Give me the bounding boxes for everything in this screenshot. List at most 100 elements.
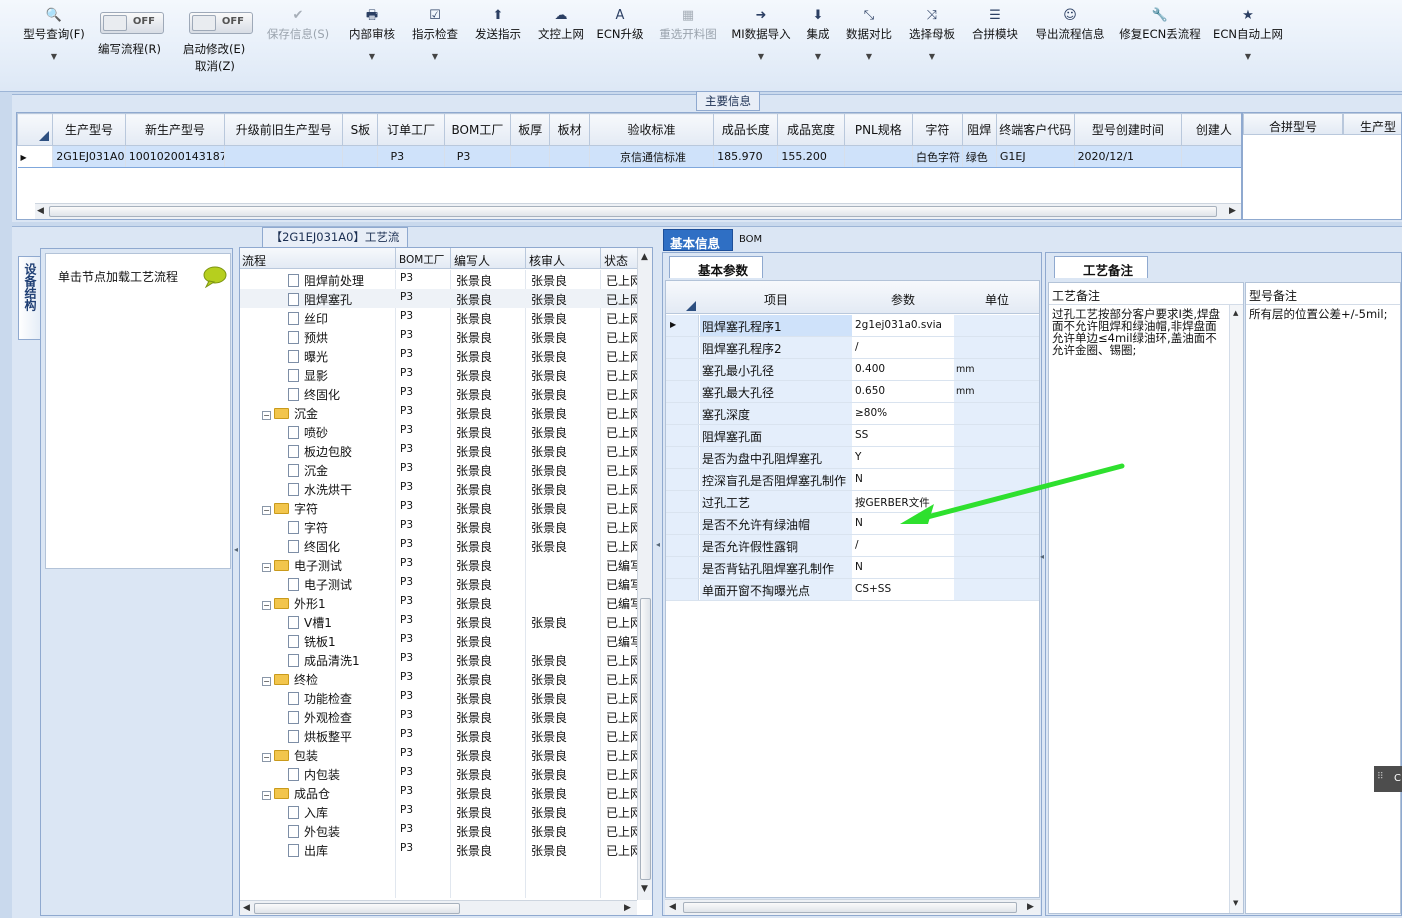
process-node[interactable]: 外包装	[288, 823, 340, 840]
chevron-down-icon[interactable]: ▼	[807, 52, 830, 61]
chevron-down-icon[interactable]: ▼	[23, 52, 85, 61]
process-notes-box[interactable]: 工艺备注 过孔工艺按部分客户要求I类,焊盘面不允许阻焊和绿油帽,非焊盘面允许单边…	[1048, 282, 1244, 914]
toolbar-button-9[interactable]: ⬇ 集成 ▼	[807, 8, 830, 61]
chevron-down-icon[interactable]: ▼	[731, 52, 790, 61]
list-item[interactable]: 显影 P3 张景良 张景良 已上网	[240, 365, 642, 384]
list-item[interactable]: 功能检查 P3 张景良 张景良 已上网	[240, 688, 642, 707]
table-row[interactable]: ▶ 阻焊塞孔程序1 2g1ej031a0.svia	[666, 315, 1039, 337]
process-node[interactable]: 功能检查	[288, 690, 352, 707]
scroll-thumb[interactable]	[683, 902, 1017, 913]
scroll-thumb[interactable]	[49, 206, 1217, 217]
list-item[interactable]: − 终检 P3 张景良 张景良 已上网	[240, 669, 642, 688]
params-col-value[interactable]: 参数	[853, 291, 953, 308]
scroll-right-icon[interactable]: ▶	[1027, 902, 1034, 912]
process-node[interactable]: 出库	[288, 842, 328, 859]
param-value[interactable]: 0.400	[853, 359, 953, 380]
collapse-icon[interactable]: −	[262, 411, 271, 420]
collapse-icon[interactable]: −	[262, 506, 271, 515]
device-tree-box[interactable]: 单击节点加载工艺流程	[45, 253, 231, 569]
process-hscroll[interactable]: ◀ ▶	[240, 900, 637, 915]
process-node[interactable]: 阻焊前处理	[288, 272, 364, 289]
param-value[interactable]: SS	[853, 425, 953, 446]
main-info-hscroll[interactable]: ◀ ▶	[35, 203, 1241, 219]
toolbar-button-15[interactable]: ★ ECN自动上网 ▼	[1213, 8, 1283, 61]
param-value[interactable]: 0.650	[853, 381, 953, 402]
tab-basic-params[interactable]: 基本参数	[669, 256, 763, 278]
list-item[interactable]: − 包装 P3 张景良 张景良 已上网	[240, 745, 642, 764]
table-row[interactable]: 单面开窗不掏曝光点 CS+SS	[666, 579, 1039, 601]
list-item[interactable]: 外观检查 P3 张景良 张景良 已上网	[240, 707, 642, 726]
list-item[interactable]: − 成品仓 P3 张景良 张景良 已上网	[240, 783, 642, 802]
list-item[interactable]: 沉金 P3 张景良 张景良 已上网	[240, 460, 642, 479]
collapse-icon[interactable]: −	[262, 563, 271, 572]
list-item[interactable]: − 外形1 P3 张景良 已编写	[240, 593, 642, 612]
process-node[interactable]: 终固化	[288, 538, 340, 555]
process-node[interactable]: 字符	[288, 519, 328, 536]
process-node[interactable]: − 成品仓	[262, 785, 330, 802]
process-node[interactable]: 丝印	[288, 310, 328, 327]
list-item[interactable]: − 沉金 P3 张景良 张景良 已上网	[240, 403, 642, 422]
main-col-header[interactable]: 生产型号	[52, 113, 126, 146]
main-col-header[interactable]: 阻焊	[961, 113, 997, 146]
main-col-header[interactable]: PNL规格	[843, 113, 913, 146]
param-value[interactable]: /	[853, 337, 953, 358]
table-row[interactable]: 是否允许假性露铜 /	[666, 535, 1039, 557]
param-value[interactable]: N	[853, 557, 953, 578]
toolbar-button-2[interactable]: 🖶 内部审核 ▼	[349, 8, 395, 61]
table-row[interactable]: 阻焊塞孔程序2/	[666, 337, 1039, 359]
toolbar-button-14[interactable]: 🔧 修复ECN丢流程	[1119, 8, 1200, 42]
process-node[interactable]: − 电子测试	[262, 557, 342, 574]
merge-model-header[interactable]: 合拼型号	[1243, 113, 1343, 135]
process-node[interactable]: 电子测试	[288, 576, 352, 593]
list-item[interactable]: 铣板1 P3 张景良 已编写	[240, 631, 642, 650]
main-col-header[interactable]: 字符	[911, 113, 963, 146]
main-col-header[interactable]: 创建人	[1181, 113, 1241, 146]
toolbar-button-4[interactable]: ⬆ 发送指示	[475, 8, 521, 42]
table-row[interactable]: 塞孔深度 ≥80%	[666, 403, 1039, 425]
process-col-header[interactable]: 核审人	[529, 252, 603, 269]
process-node[interactable]: V槽1	[288, 614, 332, 631]
mid-splitter[interactable]: ◂	[656, 540, 660, 554]
param-value[interactable]: CS+SS	[853, 579, 953, 600]
toolbar-button-6[interactable]: A ECN升级	[597, 8, 644, 42]
toolbar-button-7[interactable]: ▦ 重选开料图	[659, 8, 717, 42]
toolbar-button-5[interactable]: ☁ 文控上网	[538, 8, 584, 42]
list-item[interactable]: 曝光 P3 张景良 张景良 已上网	[240, 346, 642, 365]
process-node[interactable]: 曝光	[288, 348, 328, 365]
main-col-header[interactable]: 成品宽度	[777, 113, 845, 146]
table-row[interactable]: 阻焊塞孔面 SS	[666, 425, 1039, 447]
main-col-header[interactable]: 型号创建时间	[1073, 113, 1183, 146]
collapse-icon[interactable]: −	[262, 791, 271, 800]
list-item[interactable]: V槽1 P3 张景良 张景良 已上网	[240, 612, 642, 631]
main-col-header[interactable]: 板厚	[510, 113, 551, 146]
main-col-header[interactable]: 订单工厂	[377, 113, 445, 146]
params-col-unit[interactable]: 单位	[954, 291, 1039, 308]
scroll-left-icon[interactable]: ◀	[669, 902, 676, 912]
params-col-item[interactable]: 项目	[700, 291, 852, 308]
process-node[interactable]: − 外形1	[262, 595, 326, 612]
collapse-icon[interactable]: −	[262, 677, 271, 686]
list-item[interactable]: − 电子测试 P3 张景良 已编写	[240, 555, 642, 574]
vertical-tab-device-structure[interactable]: 设备结构	[18, 256, 40, 340]
list-item[interactable]: 烘板整平 P3 张景良 张景良 已上网	[240, 726, 642, 745]
list-item[interactable]: 电子测试 P3 张景良 已编写	[240, 574, 642, 593]
process-node[interactable]: 成品清洗1	[288, 652, 360, 669]
process-node[interactable]: 铣板1	[288, 633, 336, 650]
params-hscroll[interactable]: ◀ ▶	[665, 899, 1040, 915]
scroll-right-icon[interactable]: ▶	[624, 903, 631, 913]
scroll-down-icon[interactable]: ▼	[1233, 899, 1238, 907]
chevron-down-icon[interactable]: ▼	[846, 52, 892, 61]
process-node[interactable]: − 包装	[262, 747, 318, 764]
list-item[interactable]: 终固化 P3 张景良 张景良 已上网	[240, 536, 642, 555]
list-item[interactable]: 终固化 P3 张景良 张景良 已上网	[240, 384, 642, 403]
toolbar-button-1[interactable]: ✔ 保存信息(S)	[267, 8, 329, 42]
scroll-down-icon[interactable]: ▼	[641, 884, 648, 894]
tab-process-notes[interactable]: 工艺备注	[1054, 256, 1148, 278]
process-node[interactable]: 入库	[288, 804, 328, 821]
param-value[interactable]: ≥80%	[853, 403, 953, 424]
process-node[interactable]: − 沉金	[262, 405, 318, 422]
tab-bom[interactable]: BOM	[735, 231, 775, 249]
scroll-thumb[interactable]	[254, 903, 460, 914]
right-splitter[interactable]: ◂	[1040, 552, 1044, 566]
process-node[interactable]: 沉金	[288, 462, 328, 479]
